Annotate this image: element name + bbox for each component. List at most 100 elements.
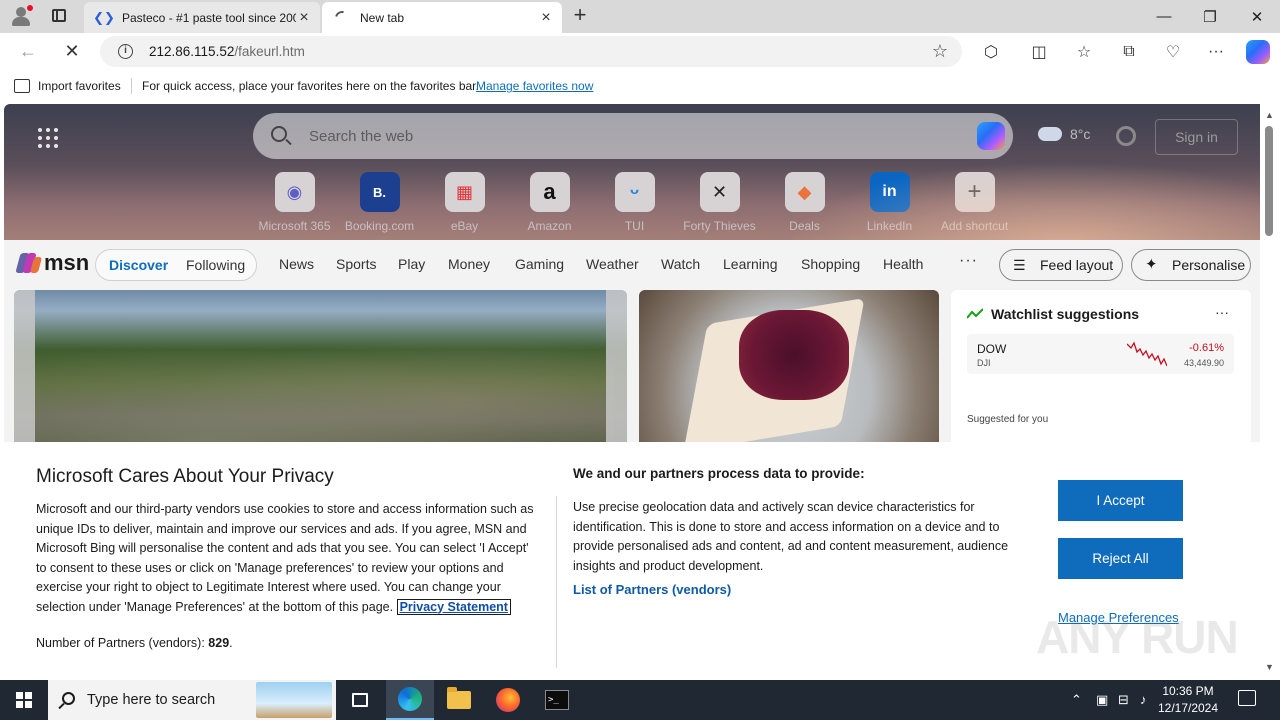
msn-nav-bar: msn Discover Following News Sports Play …: [4, 240, 1260, 290]
nav-gaming[interactable]: Gaming: [515, 256, 564, 272]
privacy-body: Microsoft and our third-party vendors us…: [36, 500, 541, 617]
shortcut-label: Deals: [789, 219, 820, 233]
scroll-up-icon[interactable]: ▲: [1265, 110, 1274, 120]
page-viewport: Search the web 8°c Sign in ◉ Microsoft 36…: [4, 104, 1260, 678]
tab-pasteco[interactable]: ❮❯ Pasteco - #1 paste tool since 2008 ×: [84, 2, 320, 33]
profile-icon[interactable]: [8, 4, 34, 28]
network-icon[interactable]: ⊟: [1118, 692, 1129, 708]
tray-app-icon[interactable]: ▣: [1096, 692, 1108, 708]
tab-actions-icon[interactable]: [50, 7, 70, 25]
carousel-prev-button[interactable]: [14, 290, 35, 460]
tab-title: New tab: [360, 10, 405, 25]
copilot-icon[interactable]: [1246, 40, 1270, 64]
restore-button[interactable]: ❐: [1187, 0, 1233, 33]
split-screen-icon[interactable]: ◫: [1028, 41, 1050, 63]
personalise-button[interactable]: ✦ Personalise: [1131, 249, 1251, 281]
windows-taskbar: Type here to search >_ ⌃ ▣ ⊟ ♪ 10:36 PM …: [0, 680, 1280, 720]
gear-icon[interactable]: [1116, 126, 1136, 146]
shortcut-ebay[interactable]: ▦ eBay: [422, 172, 507, 233]
feed-card-landscape[interactable]: [14, 290, 627, 460]
reject-all-button[interactable]: Reject All: [1058, 538, 1183, 579]
address-url[interactable]: 212.86.115.52/fakeurl.htm: [149, 44, 305, 59]
back-button[interactable]: ←: [14, 37, 42, 65]
collections-icon[interactable]: ⧉: [1118, 41, 1140, 63]
taskbar-cmd[interactable]: >_: [533, 680, 581, 720]
task-view-button[interactable]: [336, 680, 384, 720]
extensions-icon[interactable]: ⬡: [980, 41, 1002, 63]
close-window-button[interactable]: ✕: [1234, 0, 1280, 33]
web-search-box[interactable]: Search the web: [253, 113, 1013, 159]
manage-preferences-link[interactable]: Manage Preferences: [1058, 610, 1179, 625]
scrollbar-thumb[interactable]: [1265, 126, 1273, 236]
taskbar-clock[interactable]: 10:36 PM 12/17/2024: [1150, 683, 1226, 717]
shortcut-microsoft-365[interactable]: ◉ Microsoft 365: [252, 172, 337, 233]
nav-play[interactable]: Play: [398, 256, 425, 272]
tab-new-tab[interactable]: New tab ×: [322, 2, 562, 33]
partners-label: Number of Partners (vendors):: [36, 636, 205, 650]
taskbar-edge[interactable]: [386, 680, 434, 720]
shortcut-amazon[interactable]: a Amazon: [507, 172, 592, 233]
nav-news[interactable]: News: [279, 256, 314, 272]
import-favorites-button[interactable]: Import favorites: [38, 79, 121, 93]
shortcut-forty-thieves[interactable]: ✕ Forty Thieves: [677, 172, 762, 233]
address-bar[interactable]: i 212.86.115.52/fakeurl.htm ☆: [100, 36, 962, 67]
shortcut-linkedin[interactable]: in LinkedIn: [847, 172, 932, 233]
weather-widget[interactable]: 8°c: [1038, 126, 1090, 142]
nav-watch[interactable]: Watch: [661, 256, 700, 272]
favorites-icon[interactable]: ☆: [1073, 41, 1095, 63]
minimize-button[interactable]: —: [1141, 0, 1187, 33]
shortcut-tui[interactable]: ᵕ TUI: [592, 172, 677, 233]
app-launcher-icon[interactable]: [38, 128, 58, 148]
nav-shopping[interactable]: Shopping: [801, 256, 860, 272]
taskbar-firefox[interactable]: [484, 680, 532, 720]
notifications-icon[interactable]: [1238, 690, 1256, 706]
msn-logo[interactable]: msn: [15, 250, 89, 276]
shortcut-booking[interactable]: B. Booking.com: [337, 172, 422, 233]
taskbar-search[interactable]: Type here to search: [48, 680, 336, 720]
deals-icon: ◆: [784, 172, 825, 212]
tab-following[interactable]: Following: [186, 257, 245, 273]
volume-icon[interactable]: ♪: [1140, 692, 1147, 707]
list-of-partners-link[interactable]: List of Partners (vendors): [573, 582, 731, 597]
nav-health[interactable]: Health: [883, 256, 923, 272]
add-shortcut-button[interactable]: + Add shortcut: [932, 172, 1017, 233]
nav-money[interactable]: Money: [448, 256, 490, 272]
import-favorites-icon[interactable]: [14, 79, 30, 93]
stock-row[interactable]: DOW DJI -0.61% 43,449.90: [967, 334, 1234, 374]
accept-button[interactable]: I Accept: [1058, 480, 1183, 521]
nav-weather[interactable]: Weather: [586, 256, 639, 272]
nav-more-button[interactable]: ···: [959, 252, 978, 270]
tab-title: Pasteco - #1 paste tool since 2008: [122, 10, 296, 25]
nav-learning[interactable]: Learning: [723, 256, 778, 272]
watchlist-more-button[interactable]: ···: [1215, 304, 1229, 320]
sparkline-icon: [1127, 341, 1167, 367]
manage-favorites-link[interactable]: Manage favorites now: [476, 79, 593, 93]
shortcut-deals[interactable]: ◆ Deals: [762, 172, 847, 233]
stock-exchange: DJI: [977, 358, 991, 368]
process-title: We and our partners process data to prov…: [573, 466, 865, 481]
scroll-down-icon[interactable]: ▼: [1265, 662, 1274, 672]
new-tab-button[interactable]: +: [568, 4, 592, 28]
nav-sports[interactable]: Sports: [336, 256, 376, 272]
suggested-label: Suggested for you: [967, 414, 1049, 425]
copilot-search-icon[interactable]: [977, 122, 1005, 150]
tab-discover[interactable]: Discover: [109, 257, 168, 273]
tray-overflow-icon[interactable]: ⌃: [1071, 692, 1082, 708]
page-scrollbar[interactable]: ▲ ▼: [1260, 104, 1280, 678]
sign-in-button[interactable]: Sign in: [1155, 119, 1238, 155]
browser-essentials-icon[interactable]: ♡: [1162, 41, 1184, 63]
loading-spinner-icon: [332, 7, 352, 28]
start-button[interactable]: [0, 680, 48, 720]
taskbar-file-explorer[interactable]: [435, 680, 483, 720]
feed-layout-button[interactable]: ☰ Feed layout: [999, 249, 1123, 281]
site-info-icon[interactable]: i: [118, 44, 133, 59]
weather-temperature: 8°c: [1070, 126, 1091, 142]
favorite-star-icon[interactable]: ☆: [932, 41, 948, 62]
stop-loading-button[interactable]: ✕: [58, 37, 86, 65]
feed-card-cheesecake[interactable]: [639, 290, 939, 460]
close-tab-icon[interactable]: ×: [538, 9, 554, 27]
carousel-next-button[interactable]: [606, 290, 627, 460]
settings-more-icon[interactable]: ···: [1205, 41, 1227, 63]
close-tab-icon[interactable]: ×: [296, 9, 312, 27]
privacy-statement-link[interactable]: Privacy Statement: [396, 598, 511, 615]
